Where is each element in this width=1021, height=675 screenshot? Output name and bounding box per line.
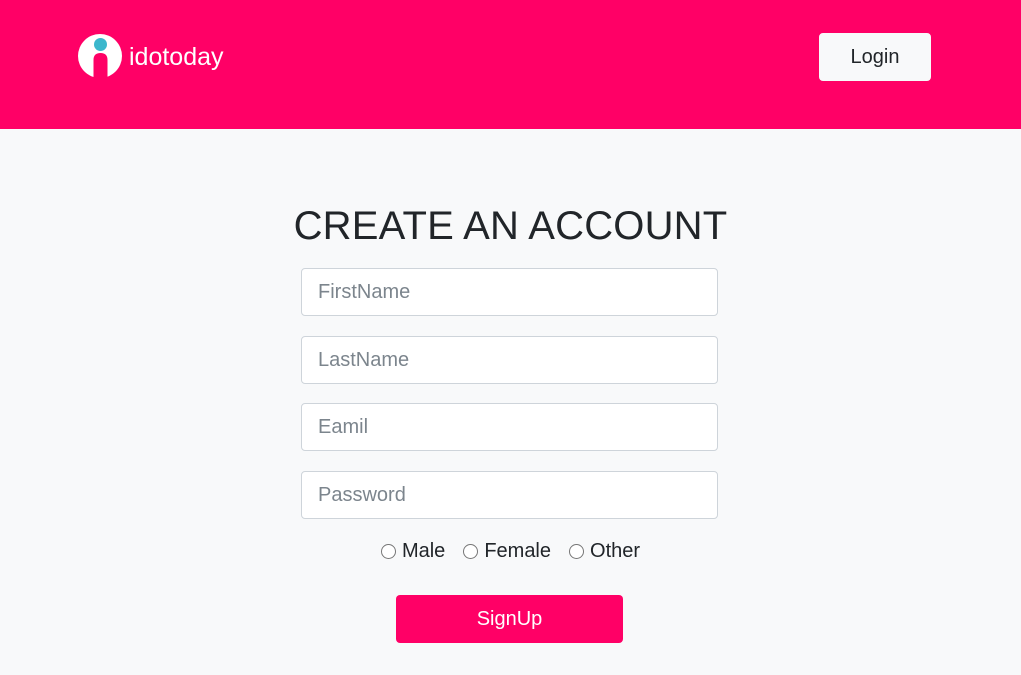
gender-option-female[interactable]: Female [463, 540, 551, 563]
male-label: Male [401, 540, 446, 562]
idotoday-logo-icon [78, 34, 122, 78]
female-radio[interactable] [463, 544, 479, 559]
other-label: Other [590, 540, 641, 562]
brand-name: idotoday [129, 42, 224, 71]
gender-option-male[interactable]: Male [380, 540, 446, 563]
email-field[interactable] [301, 403, 718, 451]
brand-link[interactable]: idotoday [78, 34, 224, 78]
page-title: CREATE AN ACCOUNT [293, 204, 728, 248]
gender-option-other[interactable]: Other [569, 540, 640, 563]
signup-button[interactable]: SignUp [396, 595, 623, 643]
login-button[interactable]: Login [819, 33, 931, 81]
last-name-field[interactable] [301, 336, 718, 384]
password-field[interactable] [301, 471, 718, 519]
first-name-field[interactable] [301, 268, 718, 316]
header-bar: idotoday Login [0, 0, 1021, 129]
male-radio[interactable] [380, 544, 396, 559]
female-label: Female [484, 540, 552, 562]
gender-radio-group: Male Female Other [0, 540, 1021, 563]
other-radio[interactable] [569, 544, 585, 559]
